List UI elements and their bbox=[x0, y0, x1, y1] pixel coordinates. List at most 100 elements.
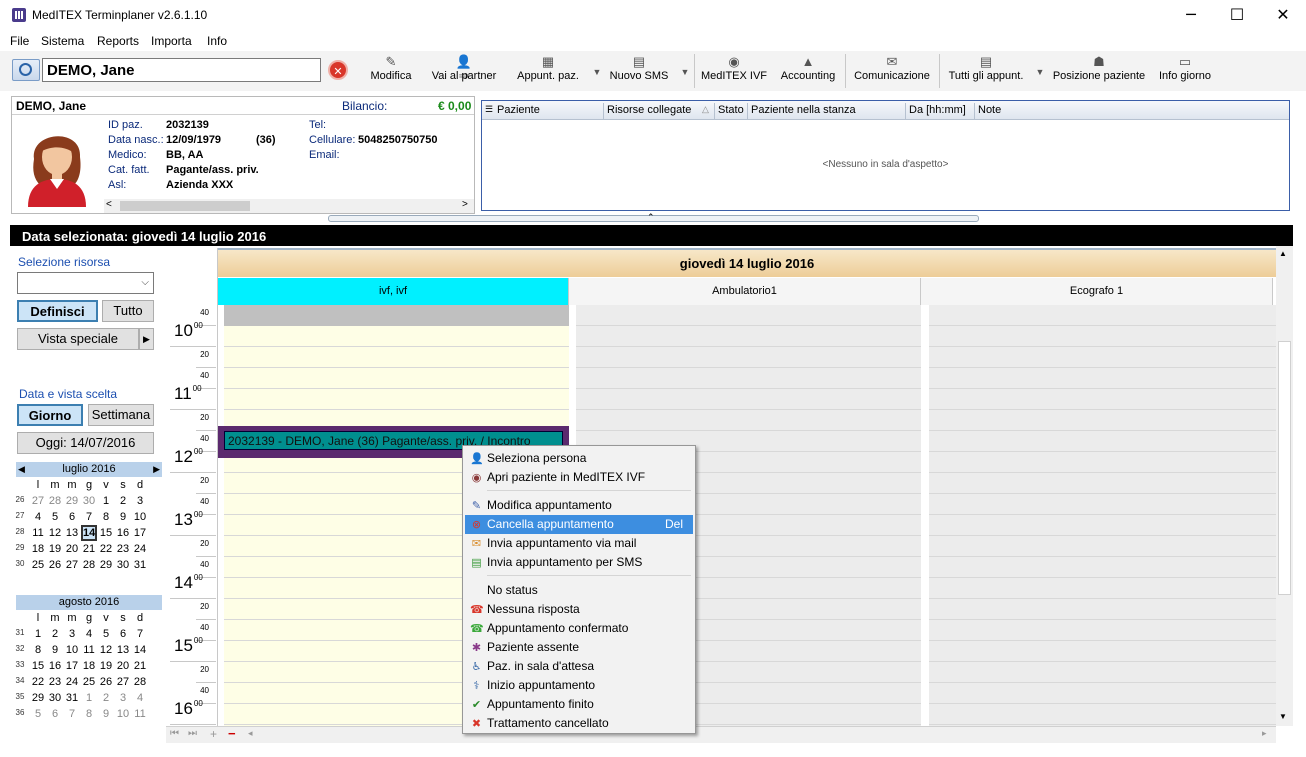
calendar-day[interactable]: 2 bbox=[47, 628, 63, 640]
accounting-button[interactable]: ▲ Accounting bbox=[774, 53, 842, 89]
calendar-day[interactable]: 15 bbox=[98, 527, 114, 539]
calendar-day[interactable]: 13 bbox=[64, 527, 80, 539]
calendar-day[interactable]: 19 bbox=[98, 660, 114, 672]
calendar-day[interactable]: 21 bbox=[81, 543, 97, 555]
resource-header-ambulatorio[interactable]: Ambulatorio1 bbox=[569, 278, 921, 305]
resource-select[interactable]: ⌵ bbox=[17, 272, 154, 294]
calendar-day[interactable]: 30 bbox=[47, 692, 63, 704]
minimize-button[interactable]: ─ bbox=[1168, 0, 1214, 31]
calendar-day[interactable]: 7 bbox=[81, 511, 97, 523]
menu-item-absent[interactable]: ✱ Paziente assente bbox=[465, 638, 693, 657]
scroll-up-icon[interactable]: ▲ bbox=[1279, 249, 1287, 258]
remove-icon[interactable]: − bbox=[228, 726, 236, 741]
calendar-day[interactable]: 1 bbox=[98, 495, 114, 507]
menu-item-cancel[interactable]: ⊗ Cancella appuntamento Del bbox=[465, 515, 693, 534]
calendar-day[interactable]: 4 bbox=[132, 692, 148, 704]
menu-importa[interactable]: Importa bbox=[151, 34, 192, 48]
calendar-day[interactable]: 29 bbox=[64, 495, 80, 507]
col-stato[interactable]: Stato bbox=[718, 104, 744, 116]
calendar-day[interactable]: 2 bbox=[115, 495, 131, 507]
calendar-day[interactable]: 28 bbox=[81, 559, 97, 571]
scroll-left-icon[interactable]: < bbox=[106, 199, 112, 210]
calendar-day[interactable]: 6 bbox=[115, 628, 131, 640]
appunt-paz-dropdown[interactable]: ▼ bbox=[588, 53, 602, 89]
calendar-day[interactable]: 23 bbox=[115, 543, 131, 555]
calendar-day[interactable]: 25 bbox=[30, 559, 46, 571]
first-icon[interactable]: ⏮ bbox=[170, 728, 179, 739]
menu-item-sms[interactable]: ▤ Invia appuntamento per SMS bbox=[465, 553, 693, 572]
menu-item-phone-red[interactable]: ☎ Nessuna risposta bbox=[465, 600, 693, 619]
calendar-day[interactable]: 15 bbox=[30, 660, 46, 672]
calendar-day[interactable]: 20 bbox=[115, 660, 131, 672]
menu-sistema[interactable]: Sistema bbox=[41, 34, 84, 48]
calendar-day[interactable]: 31 bbox=[132, 559, 148, 571]
nuovo-sms-button[interactable]: ▤ Nuovo SMS bbox=[606, 53, 672, 89]
meditex-ivf-button[interactable]: ◉ MedITEX IVF bbox=[698, 53, 770, 89]
calendar-day[interactable]: 22 bbox=[30, 676, 46, 688]
calendar-day[interactable]: 5 bbox=[47, 511, 63, 523]
menu-item-phone-green[interactable]: ☎ Appuntamento confermato bbox=[465, 619, 693, 638]
comunicazione-button[interactable]: ✉ Comunicazione bbox=[850, 53, 934, 89]
resource-header-ecografo[interactable]: Ecografo 1 bbox=[921, 278, 1273, 305]
calendar-day[interactable]: 11 bbox=[30, 527, 46, 539]
calendar-day[interactable]: 10 bbox=[132, 511, 148, 523]
calendar-day[interactable]: 5 bbox=[30, 708, 46, 720]
menu-item-waiting[interactable]: ♿ Paz. in sala d'attesa bbox=[465, 657, 693, 676]
calendar-day[interactable]: 9 bbox=[98, 708, 114, 720]
scrollbar-thumb[interactable] bbox=[1278, 341, 1291, 595]
calendar-day[interactable]: 18 bbox=[81, 660, 97, 672]
calendar-day[interactable]: 16 bbox=[115, 527, 131, 539]
col-paziente[interactable]: Paziente bbox=[497, 104, 540, 116]
calendar-day[interactable]: 8 bbox=[81, 708, 97, 720]
calendar-day[interactable]: 1 bbox=[30, 628, 46, 640]
calendar-day[interactable]: 21 bbox=[132, 660, 148, 672]
menu-item-x[interactable]: ✖ Trattamento cancellato bbox=[465, 714, 693, 733]
calendar-day[interactable]: 6 bbox=[47, 708, 63, 720]
scrollbar-thumb[interactable] bbox=[120, 201, 250, 211]
calendar-day[interactable]: 8 bbox=[30, 644, 46, 656]
search-icon[interactable] bbox=[12, 59, 40, 81]
calendar-day[interactable]: 3 bbox=[132, 495, 148, 507]
vista-speciale-button[interactable]: Vista speciale bbox=[17, 328, 139, 350]
menu-file[interactable]: File bbox=[10, 34, 29, 48]
vai-al-partner-button[interactable]: 👤⇒ Vai al partner bbox=[426, 53, 502, 89]
modifica-button[interactable]: ✎ Modifica bbox=[362, 53, 420, 89]
menu-item-mail[interactable]: ✉ Invia appuntamento via mail bbox=[465, 534, 693, 553]
calendar-day[interactable]: 28 bbox=[47, 495, 63, 507]
calendar-day[interactable]: 30 bbox=[81, 495, 97, 507]
calendar-day[interactable]: 29 bbox=[98, 559, 114, 571]
tutti-gli-appunt-dropdown[interactable]: ▼ bbox=[1031, 53, 1045, 89]
tutto-button[interactable]: Tutto bbox=[102, 300, 154, 322]
maximize-button[interactable]: ☐ bbox=[1214, 0, 1260, 31]
splitter-handle[interactable]: ⌃ bbox=[328, 212, 979, 223]
calendar-day[interactable]: 19 bbox=[47, 543, 63, 555]
scroll-right-icon[interactable]: > bbox=[462, 199, 468, 210]
calendar-day[interactable]: 16 bbox=[47, 660, 63, 672]
giorno-button[interactable]: Giorno bbox=[17, 404, 83, 426]
calendar-day[interactable]: 6 bbox=[64, 511, 80, 523]
calendar-day[interactable]: 25 bbox=[81, 676, 97, 688]
info-giorno-button[interactable]: ▭ Info giorno bbox=[1154, 53, 1216, 89]
calendar-day[interactable]: 8 bbox=[98, 511, 114, 523]
menu-item-stethoscope[interactable]: ⚕ Inizio appuntamento bbox=[465, 676, 693, 695]
posizione-paziente-button[interactable]: ☗ Posizione paziente bbox=[1050, 53, 1148, 89]
menu-item-check[interactable]: ✔ Appuntamento finito bbox=[465, 695, 693, 714]
calendar-day[interactable]: 12 bbox=[98, 644, 114, 656]
column-ecografo[interactable] bbox=[929, 305, 1276, 726]
nuovo-sms-dropdown[interactable]: ▼ bbox=[676, 53, 690, 89]
calendar-day[interactable]: 14 bbox=[132, 644, 148, 656]
calendar-day[interactable]: 31 bbox=[64, 692, 80, 704]
calendar-day[interactable]: 10 bbox=[64, 644, 80, 656]
vertical-scrollbar[interactable]: ▲ ▼ bbox=[1276, 246, 1293, 726]
calendar-day[interactable]: 9 bbox=[115, 511, 131, 523]
tutti-gli-appunt-button[interactable]: ▤ Tutti gli appunt. bbox=[944, 53, 1028, 89]
collapse-icon[interactable]: ⌃ bbox=[647, 212, 655, 223]
calendar-day[interactable]: 1 bbox=[81, 692, 97, 704]
calendar-day[interactable]: 24 bbox=[132, 543, 148, 555]
col-da[interactable]: Da [hh:mm] bbox=[909, 104, 966, 116]
calendar-day[interactable]: 9 bbox=[47, 644, 63, 656]
menu-info[interactable]: Info bbox=[207, 34, 227, 48]
definisci-button[interactable]: Definisci bbox=[17, 300, 98, 322]
menu-item-none[interactable]: No status bbox=[465, 581, 693, 600]
calendar-day[interactable]: 10 bbox=[115, 708, 131, 720]
